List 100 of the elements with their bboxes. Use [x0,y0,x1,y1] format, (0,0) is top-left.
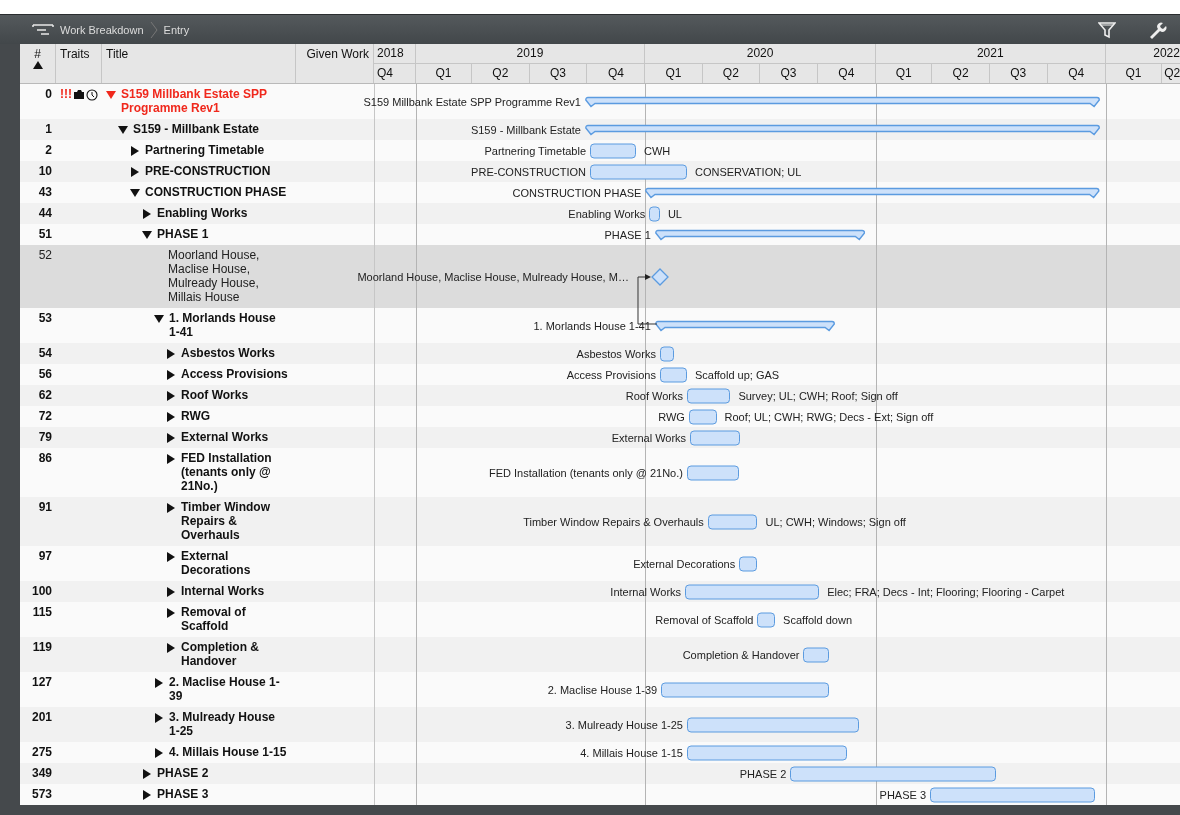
row-title: Roof Works [181,388,249,402]
bar-label: RWG [658,410,685,423]
breadcrumb-item[interactable]: Work Breakdown [60,23,144,36]
bar-note: Roof; UL; CWH; RWG; Decs - Ext; Sign off [724,410,934,423]
task-bar[interactable] [659,367,687,382]
table-row[interactable]: 91 Timber Window Repairs & Overhauls Timber Window Repairs & Overhauls UL; CWH; Windows; Sign off [20,497,1180,546]
column-header[interactable]: Given Work [306,47,369,61]
table-row[interactable]: 1 S159 - Millbank Estate S159 - Millbank Estate [20,119,1180,140]
expand-triangle-icon[interactable] [154,748,164,758]
quarter-label: Q1 [895,66,912,80]
breadcrumb-item[interactable]: Entry [163,23,190,36]
expand-triangle-icon[interactable] [166,370,176,380]
collapse-triangle-icon[interactable] [130,188,140,198]
expand-triangle-icon[interactable] [166,643,176,653]
row-number: 127 [31,675,52,689]
bar-label: Enabling Works [568,207,646,220]
expand-triangle-icon[interactable] [130,146,140,156]
bar-label: External Decorations [633,557,736,570]
row-number: 2 [45,143,52,157]
outline-icon[interactable] [32,22,54,37]
filter-icon[interactable] [1098,20,1116,39]
collapse-triangle-icon[interactable] [118,125,128,135]
quarter-label: Q4 [838,66,855,80]
expand-triangle-icon[interactable] [154,678,164,688]
summary-bar[interactable] [645,186,1101,199]
task-bar[interactable] [757,612,776,627]
row-title: 3. Mulready House 1-25 [169,710,277,738]
table-row[interactable]: 119 Completion & Handover Completion & Handover [20,637,1180,672]
table-row[interactable]: 201 3. Mulready House 1-25 3. Mulready House 1-25 [20,707,1180,742]
row-number: 56 [38,367,52,381]
summary-bar[interactable] [584,123,1101,136]
row-title: Internal Works [181,584,265,598]
expand-triangle-icon[interactable] [166,391,176,401]
summary-bar[interactable] [654,319,835,332]
row-number: 43 [38,185,52,199]
expand-triangle-icon[interactable] [142,209,152,219]
row-number: 115 [32,605,52,619]
expand-triangle-icon[interactable] [166,454,176,464]
row-number: 100 [31,584,52,598]
bar-note: Survey; UL; CWH; Roof; Sign off [738,389,898,402]
row-title: PRE-CONSTRUCTION [145,164,271,178]
task-bar[interactable] [803,647,830,662]
task-bar[interactable] [688,409,717,424]
task-bar[interactable] [659,346,674,361]
table-row[interactable]: 44 Enabling Works Enabling Works UL [20,203,1180,224]
row-number: 275 [31,745,52,759]
table-row[interactable]: 52 Moorland House, Maclise House, Mulready House, Millais House Moorland House, Maclise House, Mulready House, M… [20,245,1180,308]
expand-triangle-icon[interactable] [142,769,152,779]
column-header[interactable]: # [34,47,41,61]
year-label: 2018 [377,46,404,60]
table-row[interactable]: 54 Asbestos Works Asbestos Works [20,343,1180,364]
expand-triangle-icon[interactable] [130,167,140,177]
task-bar[interactable] [686,388,731,403]
expand-triangle-icon[interactable] [166,433,176,443]
row-number: 349 [31,766,52,780]
summary-bar[interactable] [584,95,1101,108]
expand-triangle-icon[interactable] [166,349,176,359]
expand-triangle-icon[interactable] [142,790,152,800]
bar-label: 1. Morlands House 1-41 [533,319,651,332]
expand-triangle-icon[interactable] [166,587,176,597]
row-number: 44 [38,206,52,220]
quarter-label: Q4 [607,66,624,80]
row-number: 10 [38,164,52,178]
quarter-label: Q4 [377,66,393,80]
quarter-label: Q3 [780,66,797,80]
expand-triangle-icon[interactable] [166,503,176,513]
row-title: CONSTRUCTION PHASE [145,185,287,199]
expand-triangle-icon[interactable] [166,608,176,618]
row-title: External Works [181,430,269,444]
chevron-icon [149,20,158,39]
row-number: 91 [38,500,52,514]
row-title: 1. Morlands House 1-41 [169,311,277,339]
sort-ascending-icon[interactable] [32,61,43,69]
summary-bar[interactable] [654,228,866,241]
expand-triangle-icon[interactable] [166,412,176,422]
table-row[interactable]: 349 PHASE 2 PHASE 2 [20,763,1180,784]
bar-label: Asbestos Works [576,347,656,360]
bar-note: Scaffold down [783,613,852,626]
task-bar[interactable] [649,206,660,221]
bar-note: Scaffold up; GAS [694,368,780,381]
collapse-triangle-icon[interactable] [154,314,164,324]
bar-label: FED Installation (tenants only @ 21No.) [489,466,683,479]
column-header[interactable]: Title [106,47,129,61]
bar-label: PRE-CONSTRUCTION [471,165,586,178]
bar-label: S159 Millbank Estate SPP Programme Rev1 [363,95,581,108]
column-header[interactable]: Traits [60,47,90,61]
table-row[interactable]: 79 External Works External Works [20,427,1180,448]
collapse-triangle-icon[interactable] [142,230,152,240]
expand-triangle-icon[interactable] [154,713,164,723]
table-row[interactable]: 100 Internal Works Internal Works Elec; FRA; Decs - Int; Flooring; Flooring - Carpet [20,581,1180,602]
table-row[interactable]: 10 PRE-CONSTRUCTION PRE-CONSTRUCTION CONSERVATION; UL [20,161,1180,182]
expand-triangle-icon[interactable] [166,552,176,562]
table-row[interactable]: 62 Roof Works Roof Works Survey; UL; CWH; Roof; Sign off [20,385,1180,406]
bar-label: S159 - Millbank Estate [470,123,581,136]
bar-label: Internal Works [610,585,682,598]
bar-label: Completion & Handover [682,648,800,661]
bar-label: Partnering Timetable [484,144,586,157]
task-bar[interactable] [739,556,758,571]
row-title: External Decorations [181,549,252,577]
milestone-marker[interactable] [650,267,669,286]
